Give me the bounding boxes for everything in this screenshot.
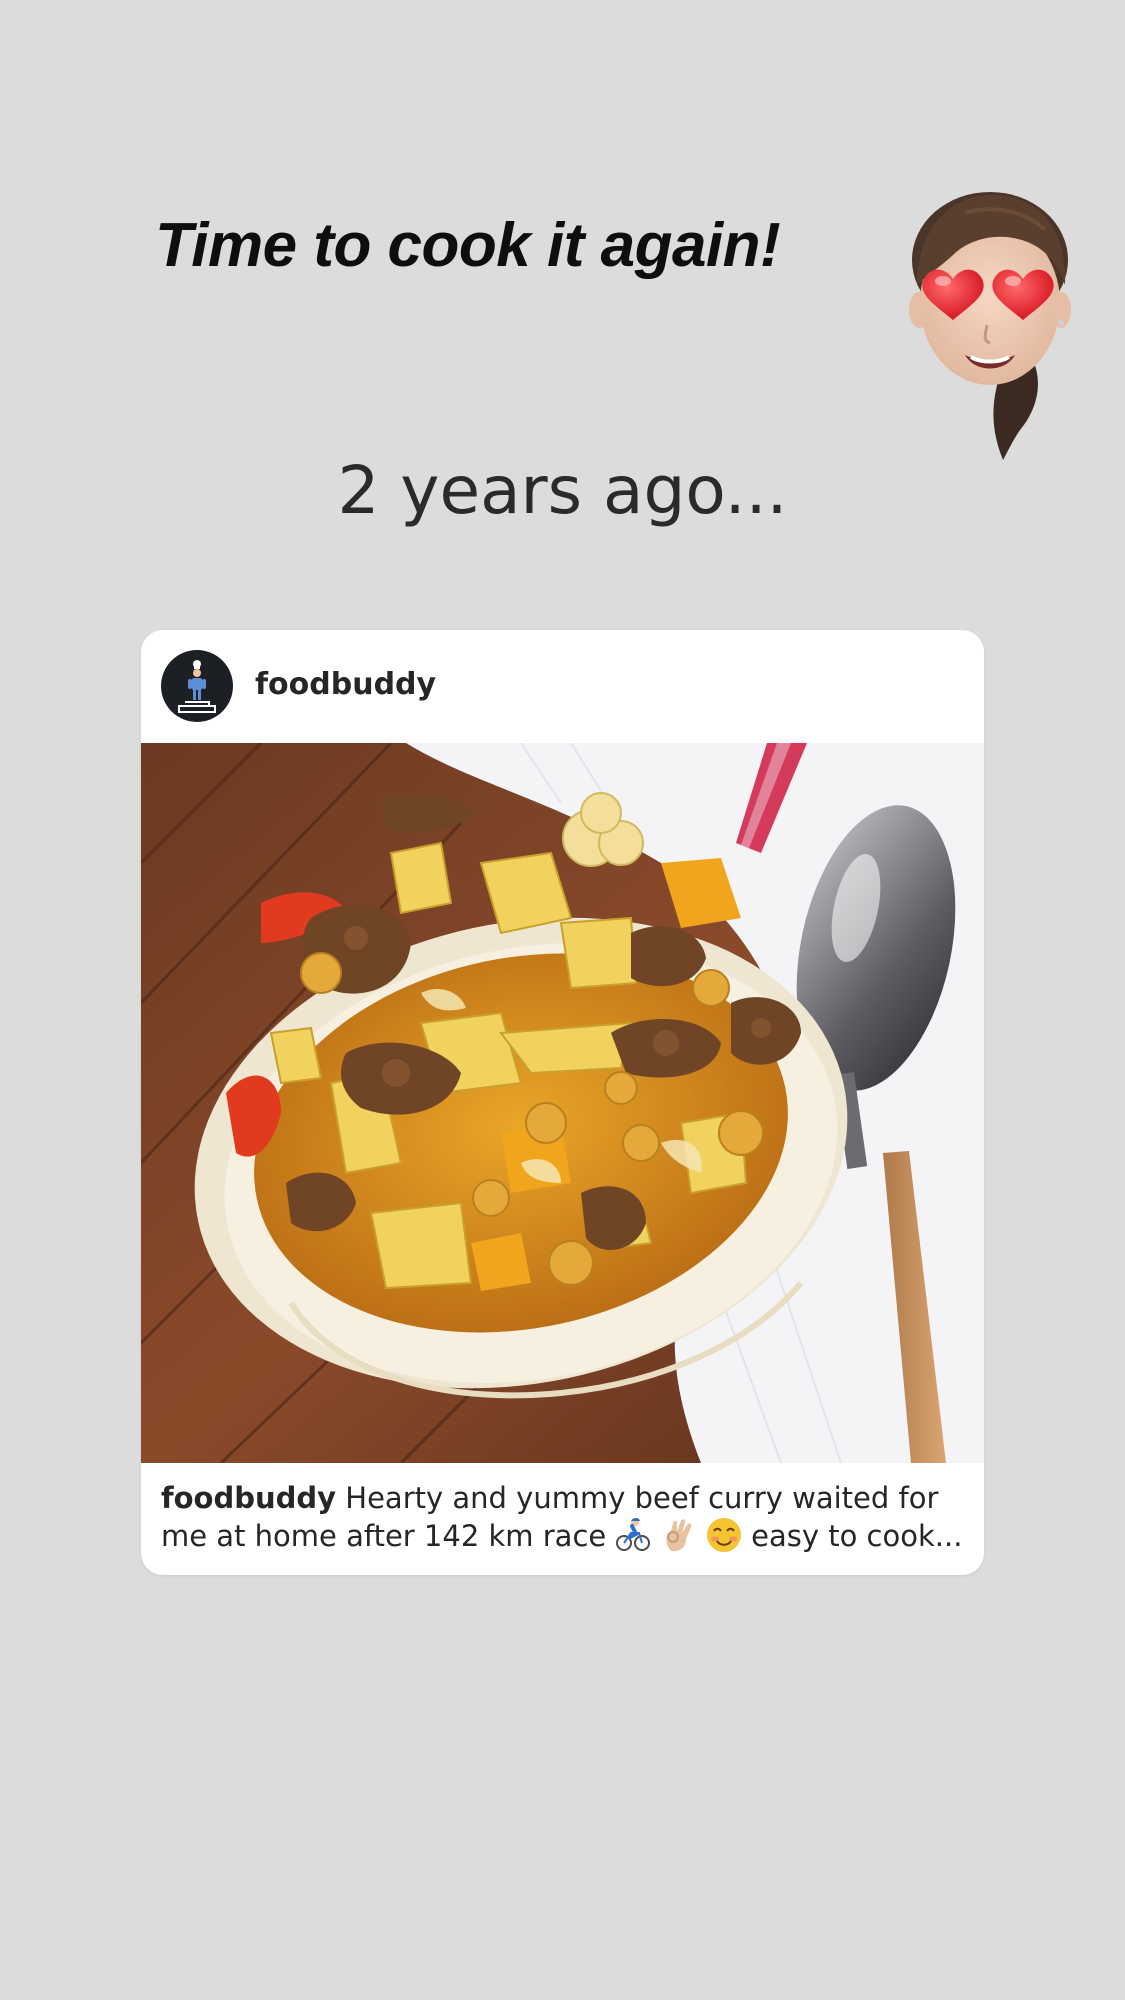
chef-avatar-icon [178, 660, 216, 713]
post-header[interactable]: foodbuddy [141, 630, 984, 743]
post-caption: foodbuddy Hearty and yummy beef curry wa… [161, 1480, 971, 1555]
cyclist-emoji-icon [616, 1518, 651, 1551]
caption-username[interactable]: foodbuddy [161, 1481, 336, 1515]
story-headline: Time to cook it again! [155, 211, 781, 280]
ok-hand-emoji-icon [666, 1519, 691, 1552]
post-photo-beef-curry[interactable] [141, 743, 984, 1463]
memoji-heart-eyes-sticker[interactable] [895, 185, 1085, 460]
shared-post-card[interactable]: foodbuddy foodbuddy Hearty and yummy bee… [141, 630, 984, 1575]
avatar[interactable] [161, 650, 233, 722]
caption-text-part2: easy to cook... [741, 1519, 963, 1553]
post-username[interactable]: foodbuddy [255, 667, 436, 702]
time-ago-text: 2 years ago... [337, 452, 788, 529]
smiling-face-emoji-icon [706, 1518, 741, 1552]
